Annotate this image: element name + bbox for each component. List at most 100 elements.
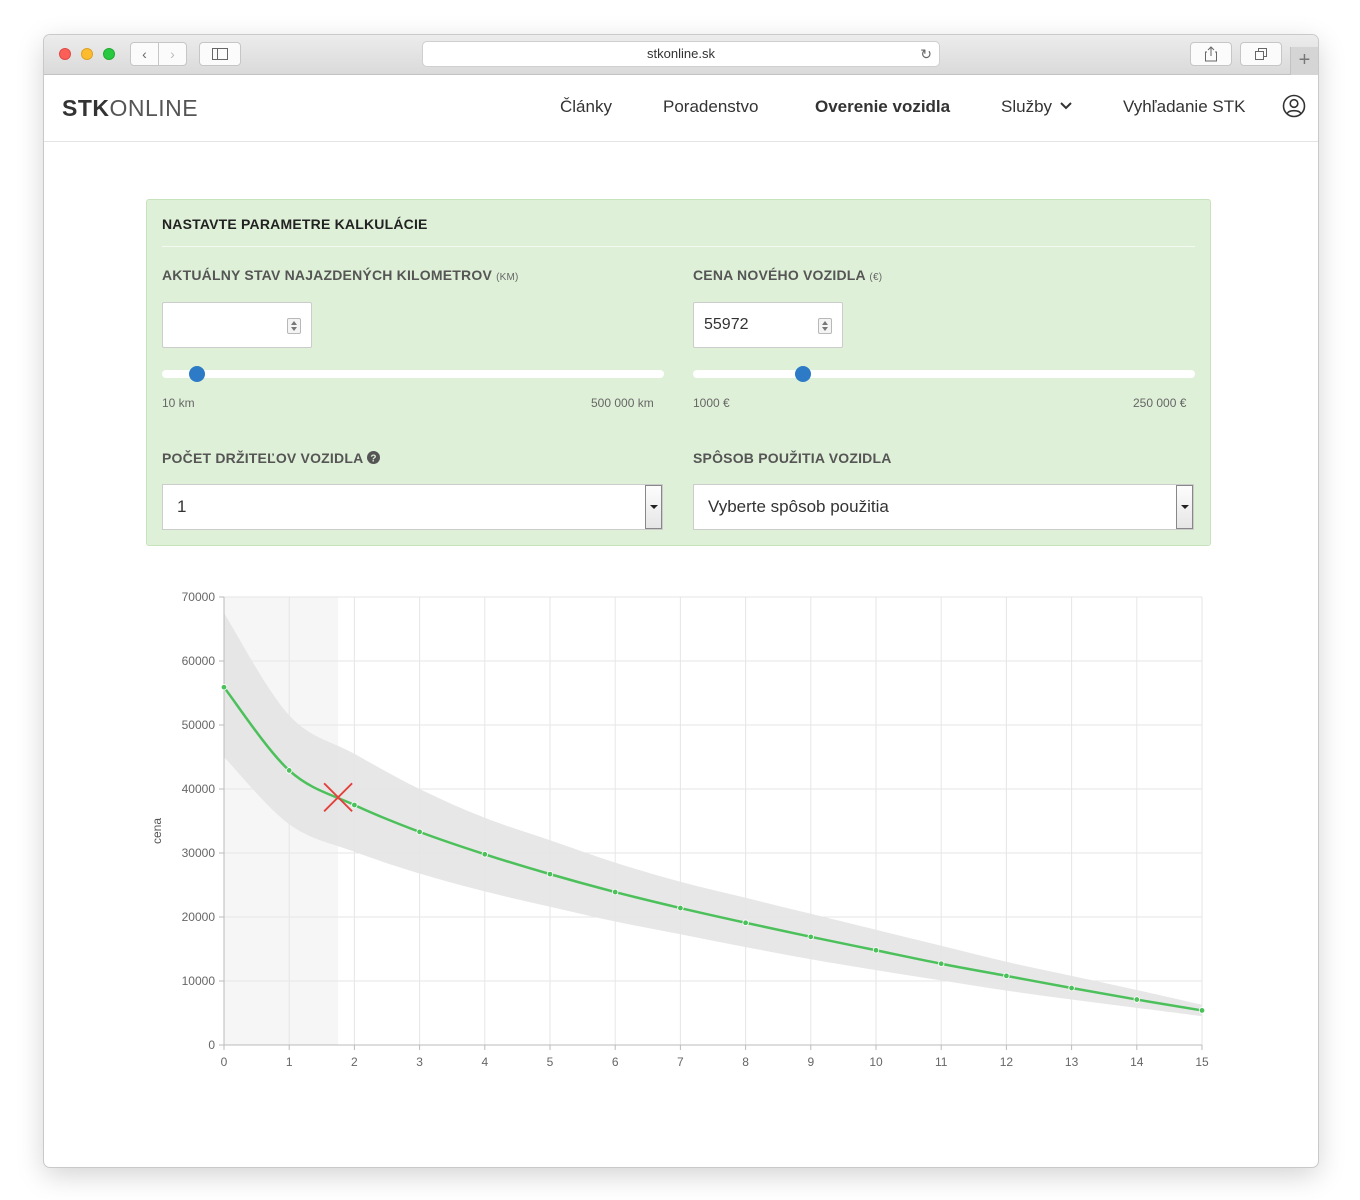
price-label-text: CENA NOVÉHO VOZIDLA — [693, 267, 866, 283]
km-stepper[interactable] — [287, 318, 301, 334]
nav-overenie-vozidla[interactable]: Overenie vozidla — [815, 97, 950, 117]
km-unit-text: (KM) — [496, 272, 519, 283]
url-text: stkonline.sk — [647, 46, 715, 61]
km-slider[interactable] — [162, 366, 664, 382]
price-slider[interactable] — [693, 366, 1195, 382]
x-tick-label: 6 — [612, 1055, 619, 1069]
owners-select-value: 1 — [177, 497, 187, 516]
sidebar-icon — [212, 48, 228, 60]
owners-field-label: POČET DRŽITEĽOV VOZIDLA ? — [162, 450, 380, 466]
x-tick-label: 10 — [869, 1055, 883, 1069]
y-tick-label: 10000 — [182, 974, 216, 988]
chevron-left-icon: ‹ — [142, 46, 147, 62]
nav-sluzby[interactable]: Služby — [1001, 97, 1072, 117]
data-point — [742, 919, 749, 926]
data-point — [872, 947, 880, 954]
nav-clanky[interactable]: Články — [560, 97, 612, 117]
x-tick-label: 5 — [547, 1055, 554, 1069]
data-point — [351, 801, 358, 809]
x-tick-label: 9 — [807, 1055, 814, 1069]
price-input[interactable]: 55972 — [693, 302, 843, 348]
data-point — [285, 767, 293, 774]
data-point — [612, 888, 619, 896]
y-tick-label: 50000 — [182, 718, 216, 732]
data-point — [416, 828, 423, 836]
data-point — [481, 851, 488, 858]
km-max-label: 500 000 km — [591, 396, 654, 410]
chevron-right-icon: › — [170, 46, 175, 62]
km-min-label: 10 km — [162, 396, 195, 410]
chart-svg: 0100002000030000400005000060000700000 1 2 3… — [150, 590, 1209, 1069]
tab-overview-button[interactable] — [1240, 42, 1282, 66]
price-input-value: 55972 — [704, 316, 749, 333]
usage-select[interactable]: Vyberte spôsob použitia — [693, 484, 1194, 530]
browser-titlebar: ‹ › stkonline.sk ↻ + — [44, 35, 1318, 75]
y-tick-label: 20000 — [182, 910, 216, 924]
site-header: STKONLINE Články Poradenstvo Overenie vo… — [44, 75, 1318, 142]
x-tick-label: 14 — [1130, 1055, 1144, 1069]
tabs-icon — [1255, 48, 1267, 60]
x-tick-label: 12 — [1000, 1055, 1014, 1069]
usage-field-label: SPÔSOB POUŽITIA VOZIDLA — [693, 450, 892, 466]
select-arrow-icon — [645, 485, 662, 529]
back-button[interactable]: ‹ — [130, 42, 159, 66]
price-field-label: CENA NOVÉHO VOZIDLA (€) — [693, 267, 882, 283]
x-tick-label: 1 — [286, 1055, 293, 1069]
km-input[interactable] — [162, 302, 312, 348]
data-point — [1133, 996, 1140, 1003]
chevron-down-icon — [1060, 102, 1072, 110]
data-point — [807, 933, 814, 941]
x-tick-label: 3 — [416, 1055, 423, 1069]
divider — [162, 246, 1195, 247]
data-point — [546, 870, 554, 878]
owners-select[interactable]: 1 — [162, 484, 663, 530]
km-field-label: AKTUÁLNY STAV NAJAZDENÝCH KILOMETROV (KM… — [162, 267, 519, 283]
address-bar[interactable]: stkonline.sk ↻ — [422, 41, 940, 67]
x-tick-label: 7 — [677, 1055, 684, 1069]
price-min-label: 1000 € — [693, 396, 730, 410]
logo-bold-text: STK — [62, 95, 110, 121]
price-stepper[interactable] — [818, 318, 832, 334]
new-tab-button[interactable]: + — [1290, 47, 1318, 75]
select-arrow-icon — [1176, 485, 1193, 529]
share-icon — [1205, 46, 1217, 62]
close-window-button[interactable] — [59, 48, 71, 60]
x-tick-label: 8 — [742, 1055, 749, 1069]
price-unit-text: (€) — [869, 272, 883, 283]
x-tick-label: 11 — [935, 1055, 948, 1069]
calculator-title: NASTAVTE PARAMETRE KALKULÁCIE — [162, 216, 428, 232]
user-account-icon[interactable] — [1282, 94, 1306, 118]
data-point — [1198, 1007, 1206, 1014]
usage-select-value: Vyberte spôsob použitia — [708, 497, 889, 516]
share-button[interactable] — [1190, 42, 1232, 66]
question-circle-icon[interactable]: ? — [366, 451, 380, 465]
nav-sluzby-label: Služby — [1001, 97, 1053, 116]
x-tick-label: 13 — [1065, 1055, 1079, 1069]
x-tick-label: 15 — [1195, 1055, 1209, 1069]
x-tick-label: 2 — [351, 1055, 358, 1069]
y-tick-label: 40000 — [182, 782, 216, 796]
data-point — [1068, 984, 1075, 992]
km-slider-handle[interactable] — [189, 366, 206, 382]
price-slider-handle[interactable] — [795, 366, 812, 382]
browser-window: ‹ › stkonline.sk ↻ + STKONLINE Články Po… — [44, 35, 1318, 1167]
km-label-text: AKTUÁLNY STAV NAJAZDENÝCH KILOMETROV — [162, 267, 492, 283]
zoom-window-button[interactable] — [103, 48, 115, 60]
data-point — [938, 960, 945, 967]
y-tick-label: 0 — [208, 1038, 215, 1052]
data-point — [220, 684, 228, 691]
x-tick-label: 0 — [221, 1055, 228, 1069]
nav-vyhladanie-stk[interactable]: Vyhľadanie STK — [1123, 97, 1245, 117]
y-tick-label: 70000 — [182, 590, 216, 604]
forward-button[interactable]: › — [158, 42, 187, 66]
calculator-panel: NASTAVTE PARAMETRE KALKULÁCIE AKTUÁLNY S… — [146, 199, 1211, 546]
minimize-window-button[interactable] — [81, 48, 93, 60]
depreciation-chart: 0 10000 20000 30000 40000 50000 60000 70000 0 1 2 3… — [144, 580, 1224, 1080]
price-max-label: 250 000 € — [1133, 396, 1187, 410]
y-tick-label: 30000 — [182, 846, 216, 860]
site-logo[interactable]: STKONLINE — [62, 95, 198, 122]
y-axis-label: cena — [150, 818, 164, 844]
nav-poradenstvo[interactable]: Poradenstvo — [663, 97, 758, 117]
reload-icon[interactable]: ↻ — [920, 42, 932, 66]
sidebar-toggle-button[interactable] — [199, 42, 241, 66]
